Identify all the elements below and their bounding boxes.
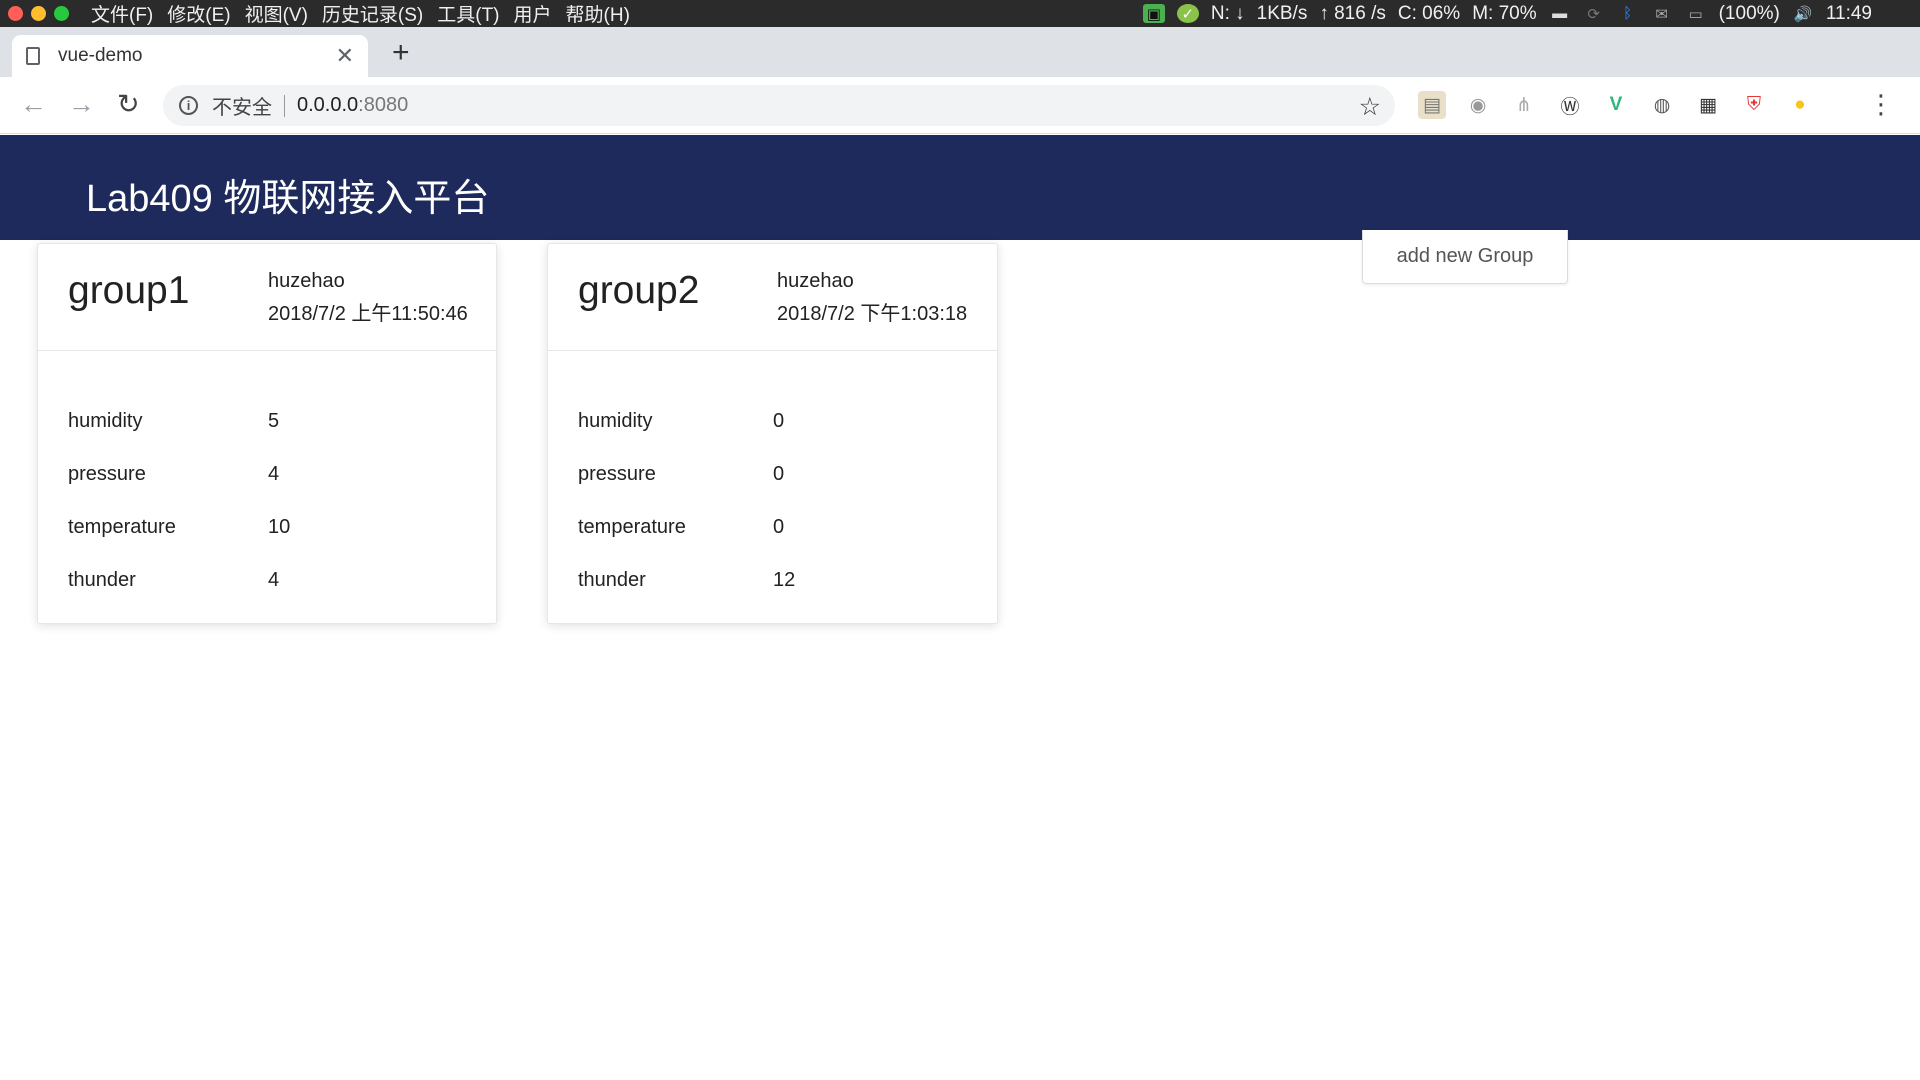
menu-user[interactable]: 用户: [514, 0, 552, 27]
menu-view[interactable]: 视图(V): [245, 0, 308, 27]
metric-label: pressure: [68, 463, 146, 485]
close-window-button[interactable]: [8, 6, 23, 21]
metric-label: thunder: [578, 569, 646, 591]
github-extension-icon[interactable]: ◍: [1648, 91, 1676, 119]
tab-title: vue-demo: [58, 45, 143, 66]
reload-icon[interactable]: ↻: [117, 89, 140, 119]
url-port: :8080: [358, 94, 409, 116]
url-host: 0.0.0.0: [297, 94, 359, 116]
info-icon[interactable]: i: [179, 96, 198, 115]
menu-edit[interactable]: 修改(E): [167, 0, 230, 27]
group-card[interactable]: group2 huzehao 2018/7/2 下午1:03:18 humidi…: [547, 243, 998, 624]
mem-usage: M: 70%: [1472, 2, 1537, 24]
clock[interactable]: 11:49: [1826, 3, 1872, 25]
app-menu: 文件(F) 修改(E) 视图(V) 历史记录(S) 工具(T) 用户 帮助(H): [91, 0, 630, 27]
group-card[interactable]: group1 huzehao 2018/7/2 上午11:50:46 humid…: [37, 243, 497, 624]
tree-extension-icon[interactable]: ⋔: [1510, 91, 1538, 119]
page-icon: [26, 47, 40, 65]
address-bar[interactable]: i 不安全 0.0.0.0 :8080 ☆: [163, 85, 1395, 126]
metric-label: temperature: [578, 516, 686, 538]
metric-label: humidity: [578, 410, 653, 432]
os-menu-bar: 文件(F) 修改(E) 视图(V) 历史记录(S) 工具(T) 用户 帮助(H)…: [0, 0, 1920, 27]
battery-level: (100%): [1718, 2, 1780, 24]
metric-label: temperature: [68, 516, 176, 538]
status-tray: ▣ ✓ N: ↓ 1KB/s ↑ 816 /s C: 06% M: 70% ▬ …: [1142, 0, 1906, 27]
group-owner: huzehao: [777, 270, 854, 292]
metric-value: 5: [268, 410, 280, 432]
tab-bar: vue-demo ✕ +: [0, 27, 1920, 77]
minimize-window-button[interactable]: [31, 6, 46, 21]
menu-help[interactable]: 帮助(H): [566, 0, 630, 27]
ublock-shield-icon[interactable]: ⛨: [1740, 91, 1768, 119]
extensions-bar: ▤ ◉ ⋔ Ⓦ V ◍ ▦ ⛨ ●: [1418, 91, 1814, 119]
group-name: group2: [578, 269, 700, 312]
net-down: 1KB/s: [1256, 2, 1308, 24]
metric-label: thunder: [68, 569, 136, 591]
metric-label: humidity: [68, 410, 143, 432]
group-owner: huzehao: [268, 270, 345, 292]
metric-value: 0: [773, 463, 785, 485]
circle-extension-icon[interactable]: ◉: [1464, 91, 1492, 119]
window-controls: [8, 6, 69, 21]
menu-history[interactable]: 历史记录(S): [322, 0, 423, 27]
battery-icon[interactable]: ▭: [1685, 4, 1707, 23]
cpu-usage: C: 06%: [1397, 2, 1461, 24]
metric-value: 10: [268, 516, 291, 538]
octotree-extension-icon[interactable]: ▦: [1694, 91, 1722, 119]
back-icon[interactable]: ←: [20, 89, 47, 119]
vue-devtools-icon[interactable]: V: [1602, 91, 1630, 119]
volume-icon[interactable]: 🔊: [1792, 4, 1814, 23]
gpu-icon[interactable]: ▣: [1142, 4, 1165, 23]
menu-tools[interactable]: 工具(T): [437, 0, 499, 27]
net-up: ↑ 816 /s: [1319, 2, 1386, 24]
security-label[interactable]: 不安全: [212, 91, 272, 120]
add-group-button[interactable]: add new Group: [1362, 230, 1568, 284]
zoom-window-button[interactable]: [54, 6, 69, 21]
forward-icon[interactable]: →: [68, 89, 95, 119]
browser-menu-icon[interactable]: ⋮: [1868, 89, 1894, 120]
sync-icon[interactable]: ⟳: [1583, 4, 1605, 23]
metric-label: pressure: [578, 463, 656, 485]
check-icon[interactable]: ✓: [1176, 4, 1199, 23]
wordpress-extension-icon[interactable]: Ⓦ: [1556, 91, 1584, 119]
lightbulb-extension-icon[interactable]: ●: [1786, 91, 1814, 119]
apple-icon[interactable]: [1884, 4, 1906, 23]
app-header: Lab409 物联网接入平台: [0, 135, 1920, 240]
metric-value: 4: [268, 463, 280, 485]
tab-vue-demo[interactable]: vue-demo ✕: [12, 35, 368, 77]
bluetooth-icon[interactable]: ᛒ: [1617, 4, 1639, 23]
card-header: group2 huzehao 2018/7/2 下午1:03:18: [548, 244, 997, 351]
metric-value: 4: [268, 569, 280, 591]
group-name: group1: [68, 269, 190, 312]
drive-icon[interactable]: ▬: [1549, 4, 1571, 23]
metric-value: 12: [773, 569, 796, 591]
divider: [284, 94, 285, 117]
group-timestamp: 2018/7/2 下午1:03:18: [777, 303, 968, 325]
group-timestamp: 2018/7/2 上午11:50:46: [268, 303, 468, 325]
bookmark-star-icon[interactable]: ☆: [1359, 92, 1381, 122]
menu-file[interactable]: 文件(F): [91, 0, 153, 27]
metric-value: 0: [773, 410, 785, 432]
mail-icon[interactable]: ✉: [1651, 4, 1673, 23]
net-label: N: ↓: [1210, 2, 1245, 24]
metric-value: 0: [773, 516, 785, 538]
close-tab-icon[interactable]: ✕: [336, 43, 354, 69]
page-title: Lab409 物联网接入平台: [86, 178, 490, 220]
image-extension-icon[interactable]: ▤: [1418, 91, 1446, 119]
new-tab-button[interactable]: +: [392, 35, 410, 71]
card-header: group1 huzehao 2018/7/2 上午11:50:46: [38, 244, 496, 351]
browser-toolbar: ← → ↻ i 不安全 0.0.0.0 :8080 ☆ ▤ ◉ ⋔ Ⓦ V ◍ …: [0, 77, 1920, 134]
